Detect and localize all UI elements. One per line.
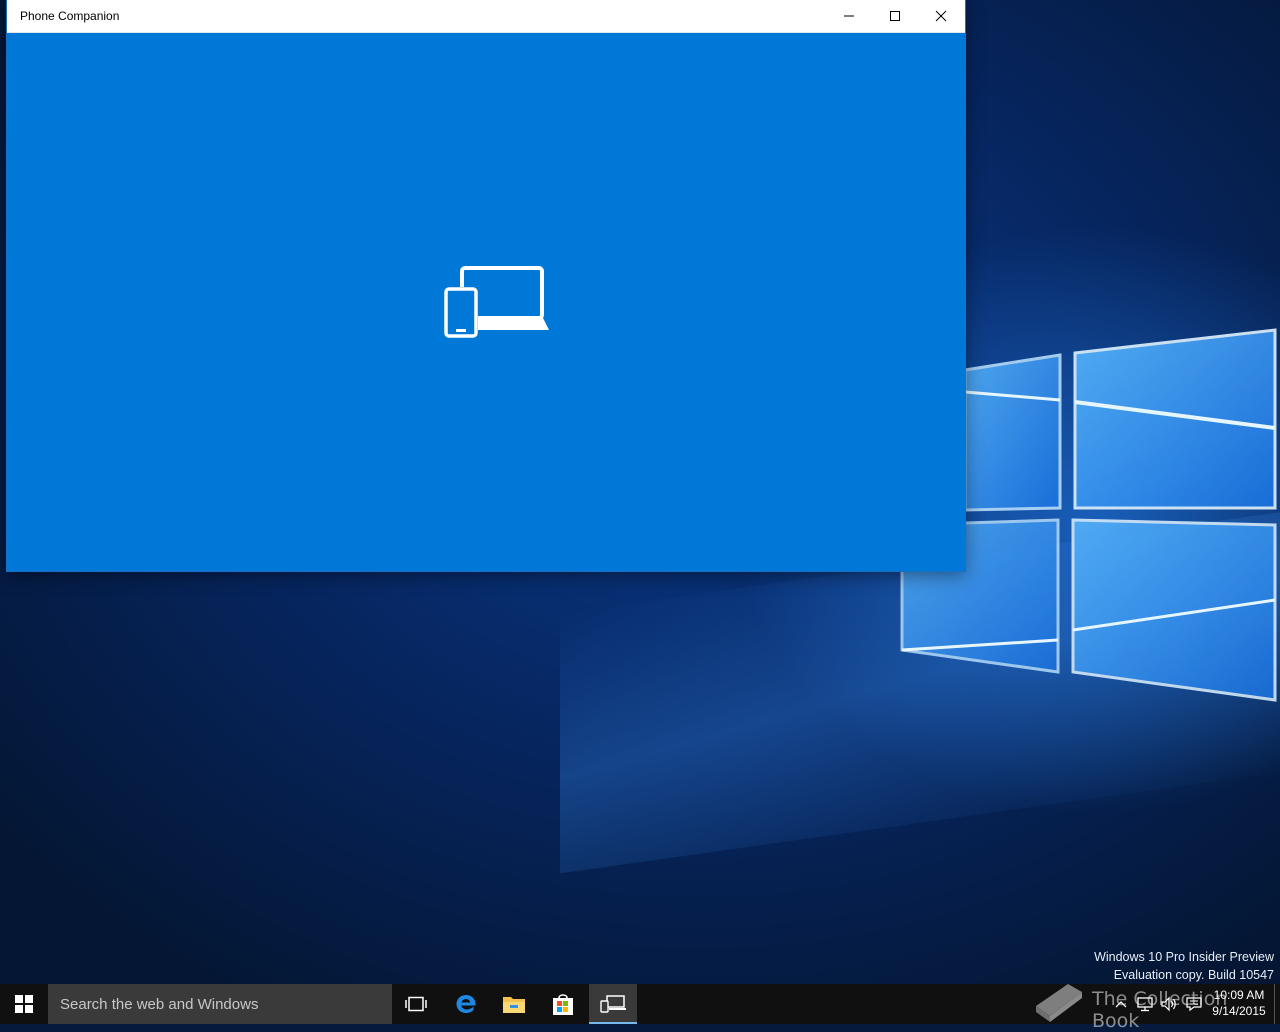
minimize-button[interactable] (826, 0, 872, 32)
edge-icon (456, 995, 476, 1013)
collection-book-text: The Collection Book (1092, 988, 1228, 1032)
store-button[interactable] (539, 984, 587, 1024)
close-icon (935, 10, 947, 22)
minimize-icon (844, 15, 854, 17)
book-icon (1036, 984, 1082, 1022)
folder-icon (503, 997, 525, 1013)
maximize-button[interactable] (872, 0, 918, 32)
show-desktop-button[interactable] (1274, 984, 1280, 1024)
phone-companion-taskbar-button[interactable] (589, 984, 637, 1024)
phone-laptop-icon (444, 266, 549, 338)
window-titlebar[interactable]: Phone Companion (7, 0, 965, 33)
watermark-edition: Windows 10 Pro Insider Preview (1094, 950, 1274, 964)
edge-button[interactable] (442, 984, 490, 1024)
task-view-icon (405, 996, 427, 1012)
phone-companion-window: Phone Companion (7, 0, 965, 571)
windows-start-icon (15, 995, 33, 1013)
task-view-button[interactable] (392, 984, 440, 1024)
collection-book-overlay: The Collection Book (1030, 976, 1270, 1032)
start-button[interactable] (0, 984, 48, 1024)
phone-laptop-icon (600, 995, 626, 1013)
search-placeholder: Search the web and Windows (60, 996, 259, 1013)
window-title: Phone Companion (20, 9, 120, 23)
store-icon (553, 994, 573, 1015)
file-explorer-button[interactable] (490, 984, 538, 1024)
close-button[interactable] (918, 0, 964, 32)
maximize-icon (890, 11, 900, 21)
search-box[interactable]: Search the web and Windows (48, 984, 392, 1024)
